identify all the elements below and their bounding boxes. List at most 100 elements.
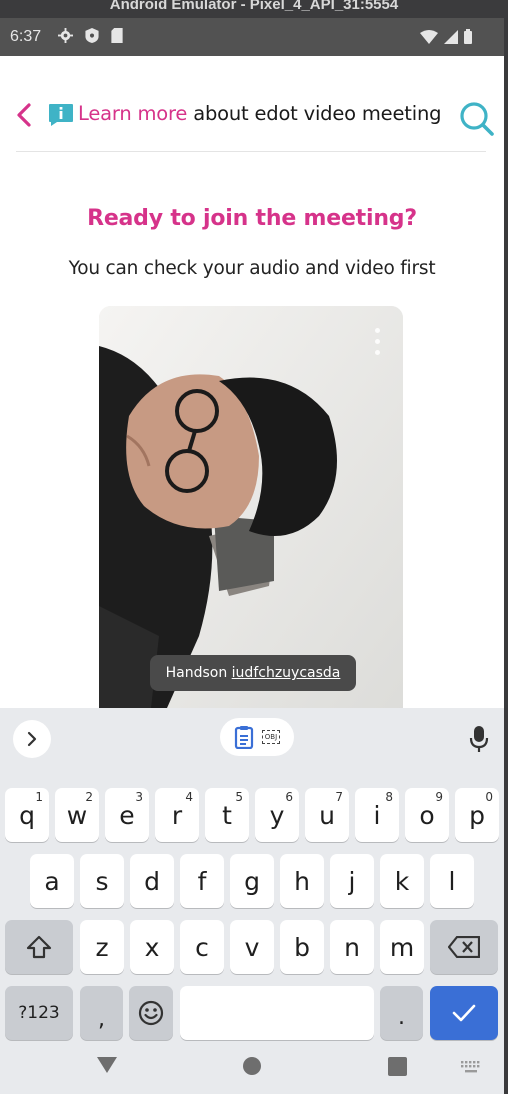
keyboard-switch-icon[interactable] xyxy=(460,1060,482,1074)
shift-icon xyxy=(26,935,52,959)
clipboard-button[interactable]: OBJ xyxy=(220,718,294,756)
key-h[interactable]: h xyxy=(280,854,324,908)
period-key-label: . xyxy=(398,1004,405,1030)
key-b[interactable]: b xyxy=(280,920,324,974)
key-r[interactable]: r4 xyxy=(155,788,199,842)
key-hint: 6 xyxy=(285,790,293,804)
status-bar: 6:37 xyxy=(0,18,504,56)
page-title: Ready to join the meeting? xyxy=(87,206,417,231)
key-label: p xyxy=(469,800,485,830)
key-y[interactable]: y6 xyxy=(255,788,299,842)
home-circle-icon[interactable] xyxy=(243,1057,261,1075)
key-label: h xyxy=(294,866,310,896)
sd-card-icon xyxy=(111,28,123,43)
key-u[interactable]: u7 xyxy=(305,788,349,842)
app-bar-title: about edot video meeting xyxy=(187,102,442,125)
search-icon[interactable] xyxy=(458,100,496,138)
learn-more-link[interactable]: Learn more xyxy=(78,102,187,125)
key-i[interactable]: i8 xyxy=(355,788,399,842)
device-screen: 6:37 Learn more about edot video meeting… xyxy=(0,18,504,1094)
key-label: y xyxy=(269,800,285,830)
key-n[interactable]: n xyxy=(330,920,374,974)
key-d[interactable]: d xyxy=(130,854,174,908)
participant-name-tag: Handson iudfchzuycasda xyxy=(150,655,356,691)
backspace-key[interactable] xyxy=(430,920,498,974)
key-e[interactable]: e3 xyxy=(105,788,149,842)
key-label: x xyxy=(144,932,160,962)
recents-square-icon[interactable] xyxy=(388,1057,407,1076)
key-j[interactable]: j xyxy=(330,854,374,908)
key-q[interactable]: q1 xyxy=(5,788,49,842)
page-subtitle: You can check your audio and video first xyxy=(68,258,436,279)
key-k[interactable]: k xyxy=(380,854,424,908)
key-v[interactable]: v xyxy=(230,920,274,974)
key-label: d xyxy=(144,866,160,896)
key-hint: 1 xyxy=(35,790,43,804)
key-label: w xyxy=(66,800,88,830)
comma-key[interactable]: , xyxy=(80,986,123,1040)
shield-icon xyxy=(85,28,99,43)
chevron-right-icon xyxy=(27,731,37,747)
key-label: n xyxy=(344,932,360,962)
key-f[interactable]: f xyxy=(180,854,224,908)
key-label: l xyxy=(448,866,456,896)
key-p[interactable]: p0 xyxy=(455,788,499,842)
key-label: m xyxy=(389,932,415,962)
expand-toolbar-button[interactable] xyxy=(13,720,51,758)
key-hint: 8 xyxy=(385,790,393,804)
chevron-left-icon[interactable] xyxy=(13,100,35,130)
key-c[interactable]: c xyxy=(180,920,224,974)
backspace-icon xyxy=(448,936,480,958)
signal-icon xyxy=(444,29,458,44)
key-label: q xyxy=(19,800,35,830)
key-w[interactable]: w2 xyxy=(55,788,99,842)
key-s[interactable]: s xyxy=(80,854,124,908)
key-label: v xyxy=(244,932,260,962)
space-key[interactable] xyxy=(180,986,374,1040)
status-right-icons xyxy=(420,29,472,44)
key-label: e xyxy=(119,800,135,830)
key-hint: 4 xyxy=(185,790,193,804)
period-key[interactable]: . xyxy=(380,986,423,1040)
emulator-title-bar: Android Emulator - Pixel_4_API_31:5554 xyxy=(0,0,508,18)
app-bar: Learn more about edot video meeting xyxy=(0,56,504,152)
key-label: b xyxy=(294,932,310,962)
key-label: g xyxy=(244,866,260,896)
video-menu-icon[interactable] xyxy=(375,328,381,358)
key-m[interactable]: m xyxy=(380,920,424,974)
soft-keyboard: OBJ q1w2e3r4t5y6u7i8o9p0 asdfghjkl zxcvb… xyxy=(0,708,504,1094)
key-hint: 0 xyxy=(485,790,493,804)
key-label: u xyxy=(319,800,335,830)
key-hint: 7 xyxy=(335,790,343,804)
symbols-key[interactable]: ?123 xyxy=(5,986,73,1040)
key-l[interactable]: l xyxy=(430,854,474,908)
shift-key[interactable] xyxy=(5,920,73,974)
key-label: f xyxy=(197,866,207,896)
key-hint: 9 xyxy=(435,790,443,804)
enter-key[interactable] xyxy=(430,986,498,1040)
info-bubble-icon xyxy=(49,104,73,126)
key-x[interactable]: x xyxy=(130,920,174,974)
key-label: c xyxy=(195,932,209,962)
wifi-icon xyxy=(420,29,438,44)
key-o[interactable]: o9 xyxy=(405,788,449,842)
battery-icon xyxy=(464,29,472,44)
keyboard-toolbar: OBJ xyxy=(0,708,504,764)
learn-more-text: Learn more about edot video meeting xyxy=(78,102,441,125)
status-time: 6:37 xyxy=(10,28,42,45)
key-t[interactable]: t5 xyxy=(205,788,249,842)
symbols-key-label: ?123 xyxy=(18,1003,60,1023)
key-g[interactable]: g xyxy=(230,854,274,908)
settings-gear-icon xyxy=(58,28,73,43)
microphone-icon[interactable] xyxy=(468,724,490,754)
comma-key-label: , xyxy=(98,1006,105,1032)
navigation-bar xyxy=(0,1036,504,1094)
participant-first-name: Handson xyxy=(165,665,232,681)
emulator-title: Android Emulator - Pixel_4_API_31:5554 xyxy=(109,0,399,13)
key-z[interactable]: z xyxy=(80,920,124,974)
key-label: s xyxy=(95,866,109,896)
key-label: o xyxy=(419,800,435,830)
key-a[interactable]: a xyxy=(30,854,74,908)
back-triangle-icon[interactable] xyxy=(96,1056,118,1074)
emoji-key[interactable] xyxy=(129,986,173,1040)
